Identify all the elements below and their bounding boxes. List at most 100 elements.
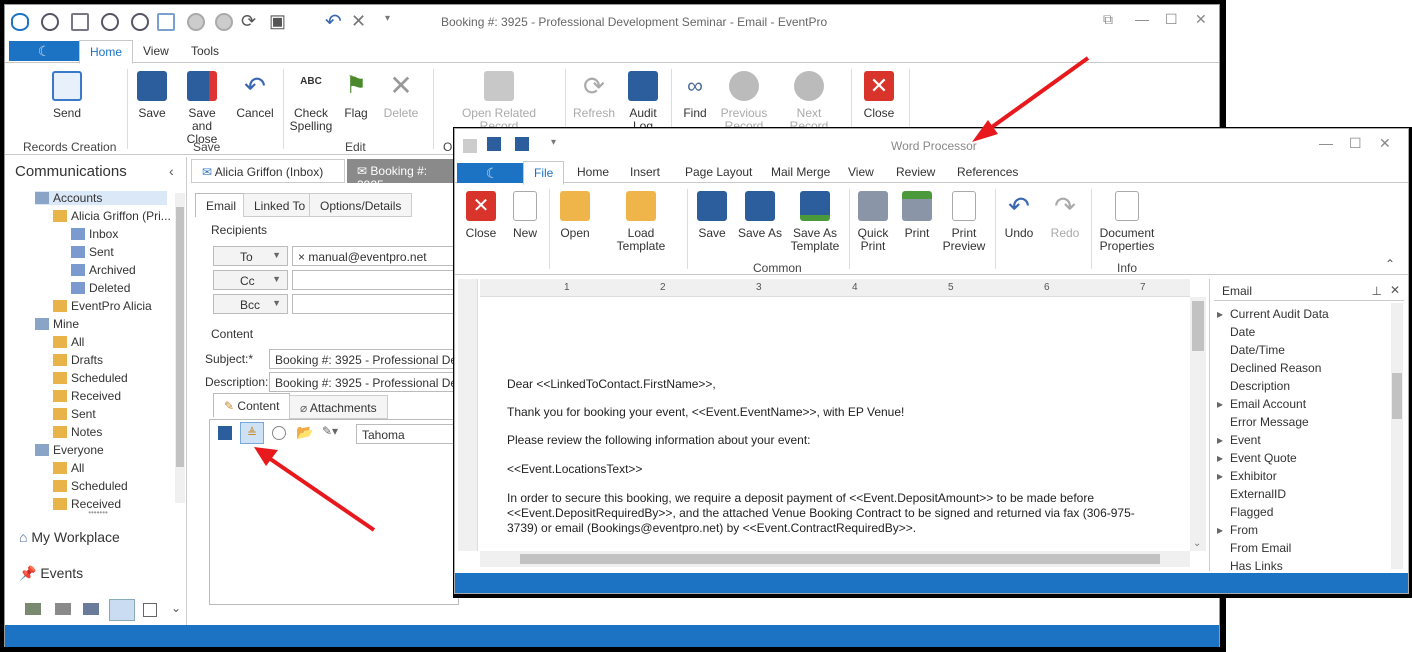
up-arrow-icon[interactable] — [187, 13, 205, 31]
splitter-handle[interactable]: ••••••• — [9, 509, 187, 517]
wp-print-preview-button[interactable]: Print Preview — [941, 191, 987, 253]
field-item[interactable]: Event — [1217, 433, 1261, 447]
close-button[interactable]: ✕ — [1379, 135, 1391, 152]
field-item[interactable]: Event Quote — [1217, 451, 1297, 465]
fields-scrollbar[interactable] — [1391, 303, 1403, 569]
wp-tab-page-layout[interactable]: Page Layout — [685, 165, 752, 179]
save-icon[interactable] — [218, 426, 232, 440]
font-select[interactable]: Tahoma — [356, 424, 460, 444]
tab-home[interactable]: Home — [79, 40, 134, 64]
calendar-icon[interactable] — [25, 603, 41, 615]
bcc-button[interactable]: Bcc ▼ — [213, 294, 288, 314]
previous-record-button[interactable]: Previous Record — [717, 71, 771, 133]
field-item[interactable]: Description — [1230, 379, 1290, 393]
wp-tab-file[interactable]: File — [523, 161, 565, 185]
nav-tree-item[interactable]: Archived — [71, 263, 167, 277]
horizontal-scrollbar[interactable] — [480, 551, 1190, 567]
refresh-button[interactable]: ⟳ Refresh — [571, 71, 617, 120]
preview-icon[interactable] — [272, 426, 286, 440]
clock-icon[interactable] — [41, 13, 59, 31]
field-item[interactable]: ExternalID — [1230, 487, 1286, 501]
tab-view[interactable]: View — [143, 44, 169, 58]
tab-linked-to[interactable]: Linked To — [243, 193, 317, 217]
field-item[interactable]: Flagged — [1230, 505, 1273, 519]
clock-icon[interactable] — [131, 13, 149, 31]
pin-icon[interactable]: ⊥ — [1372, 284, 1382, 298]
to-field[interactable]: × manual@eventpro.net — [292, 246, 460, 266]
wp-app-icon[interactable] — [463, 139, 477, 153]
scroll-down-icon[interactable]: ⌄ — [1193, 538, 1201, 549]
horizontal-scrollbar-thumb[interactable] — [520, 554, 1160, 564]
maximize-button[interactable]: ☐ — [1165, 11, 1178, 28]
close-icon[interactable]: ✕ — [1390, 283, 1400, 297]
wp-quick-print-button[interactable]: Quick Print — [855, 191, 891, 253]
nav-tree-item[interactable]: EventPro Alicia — [53, 299, 167, 313]
contacts-icon[interactable] — [83, 603, 99, 615]
save-as-icon[interactable] — [515, 137, 529, 151]
nav-tree-item[interactable]: Everyone — [35, 443, 167, 457]
clipboard-icon[interactable] — [143, 603, 157, 617]
description-field[interactable]: Booking #: 3925 - Professional Develop — [269, 372, 459, 392]
format-dropdown-icon[interactable]: ✎▾ — [322, 424, 338, 438]
nav-tree-item[interactable]: Alicia Griffon (Pri... — [53, 209, 171, 223]
nav-tree-item[interactable]: Accounts — [35, 191, 167, 205]
wp-tab-mail-merge[interactable]: Mail Merge — [771, 165, 830, 179]
audit-log-button[interactable]: Audit Log — [623, 71, 663, 133]
vertical-scrollbar-thumb[interactable] — [1192, 301, 1204, 351]
tab-tools[interactable]: Tools — [191, 44, 219, 58]
wp-tab-insert[interactable]: Insert — [630, 165, 660, 179]
collapse-chevron-icon[interactable]: ‹ — [169, 163, 174, 179]
cc-button[interactable]: Cc ▼ — [213, 270, 288, 290]
tab-email[interactable]: Email — [195, 193, 248, 217]
email-icon[interactable] — [157, 13, 175, 31]
tab-content[interactable]: ✎ Content — [213, 393, 291, 417]
wp-new-button[interactable]: New — [509, 191, 541, 240]
save-icon[interactable]: ▣ — [269, 11, 286, 32]
refresh-icon[interactable]: ⟳ — [241, 11, 256, 32]
next-record-button[interactable]: Next Record — [777, 71, 841, 133]
nav-tree-item[interactable]: Sent — [71, 245, 167, 259]
tab-attachments[interactable]: ⌀ Attachments — [289, 395, 388, 419]
find-button[interactable]: ∞ Find — [677, 71, 713, 120]
check-spelling-button[interactable]: ABC Check Spelling — [289, 71, 333, 133]
nav-tree-item[interactable]: Inbox — [71, 227, 167, 241]
close-button[interactable]: ✕ — [1195, 11, 1207, 28]
wp-load-template-button[interactable]: Load Template — [603, 191, 679, 253]
customize-dropdown-icon[interactable]: ▾ — [385, 13, 390, 24]
cc-field[interactable] — [292, 270, 460, 290]
field-item[interactable]: Has Links — [1230, 559, 1283, 573]
maximize-button[interactable]: ☐ — [1349, 135, 1362, 152]
close-record-button[interactable]: ✕ Close — [859, 71, 899, 120]
field-item[interactable]: Exhibitor — [1217, 469, 1277, 483]
field-item[interactable]: Declined Reason — [1230, 361, 1321, 375]
building-icon[interactable] — [55, 603, 71, 615]
minimize-button[interactable]: — — [1135, 11, 1149, 27]
fields-scrollbar-thumb[interactable] — [1392, 373, 1402, 419]
events-nav[interactable]: 📌 Events — [19, 565, 83, 582]
chevron-down-icon[interactable]: ⌄ — [171, 601, 181, 615]
nav-tree-item[interactable]: Sent — [53, 407, 167, 421]
nav-tree-item[interactable]: Mine — [35, 317, 167, 331]
doc-tab-inbox[interactable]: ✉ Alicia Griffon (Inbox) — [191, 159, 345, 183]
subject-field[interactable]: Booking #: 3925 - Professional Develop — [269, 349, 459, 369]
nav-tree-item[interactable]: Received — [53, 389, 167, 403]
wp-tab-home[interactable]: Home — [577, 165, 609, 179]
wp-print-button[interactable]: Print — [899, 191, 935, 240]
delete-button[interactable]: ✕ Delete — [381, 71, 421, 120]
wp-open-button[interactable]: Open — [557, 191, 593, 240]
flag-button[interactable]: ⚑ Flag — [339, 71, 373, 120]
save-and-close-button[interactable]: Save and Close — [177, 71, 227, 146]
field-item[interactable]: From — [1217, 523, 1258, 537]
save-icon[interactable] — [487, 137, 501, 151]
wp-undo-button[interactable]: ↶ Undo — [1001, 191, 1037, 240]
close-x-icon[interactable]: ✕ — [351, 11, 366, 32]
nav-scrollbar-thumb[interactable] — [176, 207, 184, 467]
app-menu-button[interactable]: ☾ — [9, 41, 79, 61]
wp-close-button[interactable]: ✕ Close — [463, 191, 499, 240]
tab-options-details[interactable]: Options/Details — [309, 193, 413, 217]
nav-tree-item[interactable]: Received — [53, 497, 167, 511]
wp-save-button[interactable]: Save — [695, 191, 729, 240]
wp-tab-references[interactable]: References — [957, 165, 1018, 179]
collapse-ribbon-icon[interactable]: ⌃ — [1385, 257, 1395, 271]
wp-tab-review[interactable]: Review — [896, 165, 935, 179]
